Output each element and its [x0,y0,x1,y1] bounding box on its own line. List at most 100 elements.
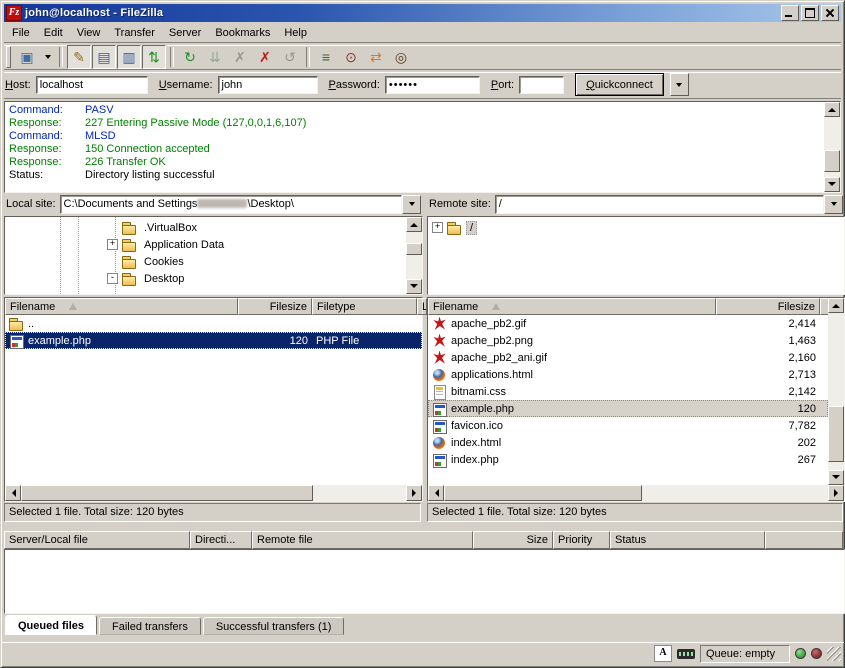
disconnect-button[interactable]: ✗ [253,45,277,69]
toolbar-separator[interactable] [306,47,310,67]
resize-grip[interactable] [827,647,841,661]
local-site-combo[interactable]: C:\Documents and Settings\Desktop\ [60,195,421,214]
column-header-remote-file[interactable]: Remote file [252,531,473,549]
remote-directory-tree[interactable]: + / [428,217,844,294]
port-input[interactable] [519,76,564,94]
tree-item-cookies[interactable]: Cookies [5,253,406,270]
scroll-up-button[interactable] [824,102,840,117]
scrollbar-thumb[interactable] [824,150,840,172]
column-header-direction[interactable]: Directi... [190,531,252,549]
file-row-applications-html[interactable]: applications.html 2,713 [428,366,828,383]
toolbar-separator[interactable] [59,47,63,67]
local-directory-tree[interactable]: .VirtualBox + Application Data Cookies [5,217,406,294]
file-row-parent[interactable]: .. [5,315,422,332]
remote-site-path[interactable]: / [495,195,824,214]
tree-item-desktop[interactable]: - Desktop [5,270,406,287]
menu-file[interactable]: File [5,25,37,41]
quickconnect-dropdown-button[interactable] [670,73,689,96]
scrollbar-thumb[interactable] [21,485,313,501]
remote-list-hscrollbar[interactable] [428,485,844,501]
file-row-apache-pb2-png[interactable]: apache_pb2.png 1,463 [428,332,828,349]
menu-transfer[interactable]: Transfer [107,25,162,41]
local-site-dropdown-button[interactable] [402,195,421,214]
file-row-bitnami-css[interactable]: bitnami.css 2,142 [428,383,828,400]
column-header-status[interactable]: Status [610,531,765,549]
filter-button[interactable]: ≡ [314,45,338,69]
log-scrollbar[interactable] [824,102,840,192]
column-header-server-local-file[interactable]: Server/Local file [4,531,190,549]
find-files-button[interactable]: ◎ [389,45,413,69]
remote-site-combo[interactable]: / [495,195,843,214]
maximize-button[interactable] [801,5,819,21]
cancel-button[interactable]: ✗ [228,45,252,69]
title-bar[interactable]: Fz john@localhost - FileZilla [4,4,841,22]
tab-successful-transfers[interactable]: Successful transfers (1) [203,617,345,635]
scrollbar-thumb[interactable] [444,485,642,501]
menu-edit[interactable]: Edit [37,25,70,41]
site-manager-dropdown[interactable] [40,45,55,69]
scroll-down-button[interactable] [828,470,844,485]
reconnect-button[interactable]: ↺ [278,45,302,69]
toolbar-grip[interactable] [6,46,11,68]
username-input[interactable]: john [218,76,318,94]
transfer-queue-list[interactable] [4,549,845,614]
menu-help[interactable]: Help [277,25,314,41]
tab-queued-files[interactable]: Queued files [5,615,97,635]
column-header-priority[interactable]: Priority [553,531,610,549]
scroll-up-button[interactable] [406,217,422,232]
tree-expander-icon[interactable]: + [432,222,443,233]
column-header-filename[interactable]: Filename [428,298,716,315]
file-row-index-php[interactable]: index.php 267 [428,451,828,468]
menu-view[interactable]: View [70,25,108,41]
synchronized-browsing-button[interactable]: ⇄ [364,45,388,69]
file-row-apache-pb2-gif[interactable]: apache_pb2.gif 2,414 [428,315,828,332]
scroll-right-button[interactable] [406,485,422,501]
tab-failed-transfers[interactable]: Failed transfers [99,617,201,635]
speed-limits-icon[interactable] [677,649,695,659]
scroll-left-button[interactable] [428,485,444,501]
toggle-local-tree-button[interactable]: ▤ [92,45,116,69]
tree-expander-icon[interactable]: - [107,273,118,284]
tree-item-root[interactable]: + / [428,219,844,236]
password-input[interactable]: •••••• [385,76,480,94]
toggle-remote-tree-button[interactable]: ▥ [117,45,141,69]
column-header-filename[interactable]: Filename [5,298,238,315]
local-site-path[interactable]: C:\Documents and Settings\Desktop\ [60,195,402,214]
column-header-last-modified[interactable]: L [417,298,427,315]
file-row-example-php[interactable]: example.php 120 [428,400,828,417]
menu-bookmarks[interactable]: Bookmarks [208,25,277,41]
toggle-message-log-button[interactable]: ✎ [67,45,91,69]
local-tree-scrollbar[interactable] [406,217,422,294]
minimize-button[interactable] [781,5,799,21]
file-row-index-html[interactable]: index.html 202 [428,434,828,451]
scrollbar-thumb[interactable] [406,243,422,255]
file-row-example-php[interactable]: example.php 120 PHP File 1 [5,332,422,349]
column-header-filesize[interactable]: Filesize [238,298,312,315]
data-type-ascii-icon[interactable]: A [654,645,672,662]
scroll-up-button[interactable] [828,298,844,313]
remote-list-scrollbar[interactable] [828,298,844,485]
host-input[interactable]: localhost [36,76,148,94]
site-manager-button[interactable]: ▣ [15,45,39,69]
scroll-down-button[interactable] [824,177,840,192]
column-header-filesize[interactable]: Filesize [716,298,820,315]
quickconnect-button[interactable]: Quickconnect [575,73,664,96]
close-button[interactable] [821,5,839,21]
remote-site-dropdown-button[interactable] [824,195,843,214]
refresh-button[interactable]: ↻ [178,45,202,69]
scroll-right-button[interactable] [828,485,844,501]
toggle-queue-button[interactable]: ⇅ [142,45,166,69]
tree-item-application-data[interactable]: + Application Data [5,236,406,253]
toolbar-separator[interactable] [170,47,174,67]
file-row-apache-pb2-ani-gif[interactable]: apache_pb2_ani.gif 2,160 [428,349,828,366]
local-list-hscrollbar[interactable] [5,485,422,501]
tree-item-virtualbox[interactable]: .VirtualBox [5,219,406,236]
directory-comparison-button[interactable]: ⊙ [339,45,363,69]
tree-expander-icon[interactable]: + [107,239,118,250]
scroll-down-button[interactable] [406,279,422,294]
column-header-size[interactable]: Size [473,531,553,549]
scrollbar-thumb[interactable] [828,406,844,462]
scroll-left-button[interactable] [5,485,21,501]
column-header-filetype[interactable]: Filetype [312,298,417,315]
file-row-favicon-ico[interactable]: favicon.ico 7,782 [428,417,828,434]
